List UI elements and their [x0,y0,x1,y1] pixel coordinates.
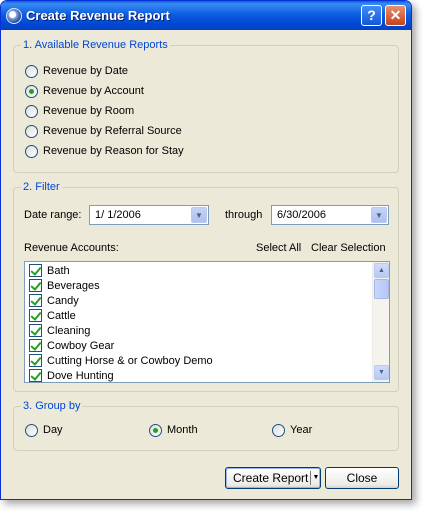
radio-button[interactable] [25,104,38,118]
checkbox[interactable] [29,324,42,337]
radio-label: Revenue by Account [43,85,144,97]
available-reports-group: 1. Available Revenue Reports Revenue by … [13,39,399,173]
start-date-picker[interactable]: 1/ 1/2006 ▼ [89,205,209,225]
list-item[interactable]: Dove Hunting [29,368,114,382]
create-revenue-report-dialog: Create Revenue Report ? ✕ 1. Available R… [0,0,412,500]
radio-revenue-by-account[interactable]: Revenue by Account [25,84,144,98]
radio-revenue-by-date[interactable]: Revenue by Date [25,64,128,78]
radio-group-by-day[interactable]: Day [25,423,63,437]
start-date-value: 1/ 1/2006 [95,209,141,221]
radio-revenue-by-reason-for-stay[interactable]: Revenue by Reason for Stay [25,144,184,158]
radio-button[interactable] [25,144,38,158]
list-item[interactable]: Cutting Horse & or Cowboy Demo [29,353,213,368]
help-button[interactable]: ? [361,5,382,26]
scroll-thumb[interactable] [374,279,389,299]
revenue-accounts-label: Revenue Accounts: [24,242,119,254]
list-item-label: Beverages [47,279,100,292]
end-date-picker[interactable]: 6/30/2006 ▼ [271,205,389,225]
clear-selection-link[interactable]: Clear Selection [311,242,386,254]
list-item[interactable]: Cattle [29,308,76,323]
radio-button[interactable] [25,124,38,138]
list-item[interactable]: Cowboy Gear [29,338,114,353]
group-by-legend: 3. Group by [21,400,83,412]
split-separator [310,471,311,485]
vertical-scrollbar[interactable]: ▲ ▼ [372,262,389,382]
create-report-button[interactable]: Create Report ▼ [225,467,321,489]
select-all-link[interactable]: Select All [256,242,301,254]
end-date-value: 6/30/2006 [277,209,326,221]
checkbox[interactable] [29,294,42,307]
scroll-down-icon[interactable]: ▼ [374,365,389,380]
checkbox[interactable] [29,354,42,367]
checkbox[interactable] [29,264,42,277]
list-item-label: Bath [47,264,70,277]
close-window-button[interactable]: ✕ [385,5,406,26]
app-icon [6,8,22,24]
radio-label: Month [167,424,198,436]
title-bar[interactable]: Create Revenue Report ? ✕ [1,1,411,30]
list-item-label: Cattle [47,309,76,322]
list-item-label: Candy [47,294,79,307]
radio-label: Day [43,424,63,436]
scroll-up-icon[interactable]: ▲ [374,263,389,278]
radio-group-by-year[interactable]: Year [272,423,312,437]
available-reports-legend: 1. Available Revenue Reports [21,39,170,51]
checkbox[interactable] [29,309,42,322]
filter-group: 2. Filter Date range: 1/ 1/2006 ▼ throug… [13,181,399,392]
radio-button[interactable] [25,84,38,98]
list-item-label: Cutting Horse & or Cowboy Demo [47,354,213,367]
chevron-down-icon[interactable]: ▼ [371,207,387,223]
radio-button[interactable] [149,423,162,437]
create-report-label: Create Report [233,471,309,485]
list-item[interactable]: Cleaning [29,323,90,338]
list-item[interactable]: Beverages [29,278,100,293]
window-title: Create Revenue Report [26,8,170,23]
radio-revenue-by-room[interactable]: Revenue by Room [25,104,134,118]
list-item[interactable]: Bath [29,263,70,278]
list-item-label: Dove Hunting [47,369,114,382]
checkbox[interactable] [29,369,42,382]
split-dropdown-icon[interactable]: ▼ [312,468,320,488]
radio-button[interactable] [272,423,285,437]
date-range-label: Date range: [24,209,82,221]
radio-revenue-by-referral-source[interactable]: Revenue by Referral Source [25,124,182,138]
list-item[interactable]: Candy [29,293,79,308]
radio-label: Revenue by Room [43,105,135,117]
radio-button[interactable] [25,64,38,78]
radio-label: Revenue by Reason for Stay [43,145,184,157]
checkbox[interactable] [29,339,42,352]
filter-legend: 2. Filter [21,181,62,193]
close-button[interactable]: Close [325,467,399,489]
list-item-label: Cowboy Gear [47,339,115,352]
radio-button[interactable] [25,423,38,437]
list-item-label: Cleaning [47,324,91,337]
radio-group-by-month[interactable]: Month [149,423,198,437]
group-by-group: 3. Group by Day Month Year [13,400,399,451]
radio-label: Revenue by Referral Source [43,125,182,137]
chevron-down-icon[interactable]: ▼ [191,207,207,223]
radio-label: Revenue by Date [43,65,128,77]
revenue-accounts-list[interactable]: Bath Beverages Candy Cattle Cleaning Cow… [24,261,390,383]
through-label: through [225,209,263,221]
radio-label: Year [290,424,313,436]
checkbox[interactable] [29,279,42,292]
